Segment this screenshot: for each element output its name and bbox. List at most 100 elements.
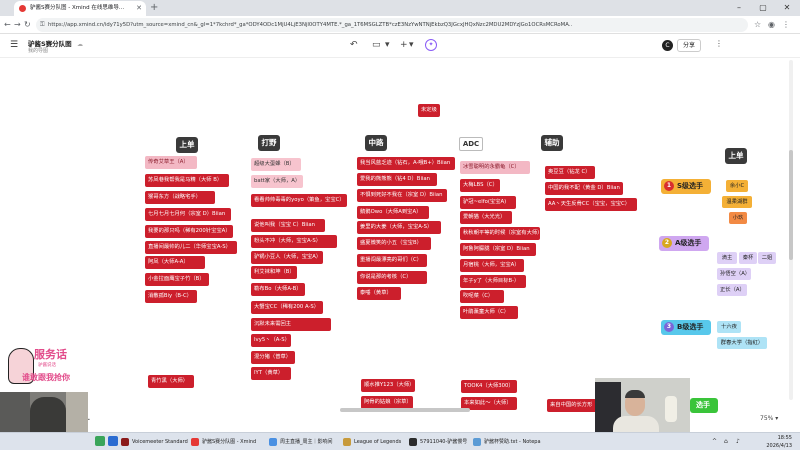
jungle-player-node[interactable]: 看看帅帅毒毒的yoyo（策鱼，宝宝C）: [251, 194, 347, 207]
maximize-icon[interactable]: ▢: [752, 0, 774, 16]
mid-player-node[interactable]: 我当风蓝乏迹（钻石，A-哦B+）Biian: [357, 157, 455, 170]
tier-b-badge[interactable]: 3 B级选手: [661, 320, 712, 335]
hamburger-menu-icon[interactable]: ☰: [10, 40, 18, 50]
url-field[interactable]: ⚿ https://app.xmind.cn/idy71y5D?utm_sour…: [36, 18, 748, 32]
jungle-player-node[interactable]: IYT（黄草）: [251, 367, 291, 380]
lane-header-top[interactable]: 上单: [176, 137, 198, 153]
minimize-icon[interactable]: –: [728, 0, 750, 16]
top-player-node[interactable]: 七月七月七月何（宗室 D）Biian: [145, 208, 231, 221]
vertical-scrollbar-thumb[interactable]: [789, 150, 793, 260]
taskbar-league[interactable]: League of Legends: [342, 435, 401, 449]
vertical-scrollbar[interactable]: [789, 60, 793, 400]
taskbar-xmind[interactable]: 驴酱S赛分队图 - Xmind: [190, 435, 256, 449]
jungle-player-node[interactable]: batt家（大师，A）: [251, 175, 303, 188]
mindmap-canvas[interactable]: 未定级 上单 打野 中路 ADC 辅助 上单 传奇艾草王（A） 苏凤巷我帮我是马…: [0, 58, 800, 416]
tier-s-badge[interactable]: 1 S级选手: [661, 179, 712, 194]
jungle-player-node[interactable]: 超级大蛋蜂（B）: [251, 158, 301, 171]
tier-s-member[interactable]: 小玖: [729, 212, 747, 224]
unassigned-node[interactable]: 未定级: [418, 104, 440, 117]
network-icon[interactable]: ⌂: [724, 437, 728, 447]
taskbar-voicemeeter[interactable]: Voicemeeter Standard: [120, 435, 188, 449]
adc-player-node[interactable]: 叶鹃薰童大师（C）: [460, 306, 518, 319]
jungle-player-node[interactable]: 沉默未来需回主: [251, 318, 331, 331]
support-player-node[interactable]: AA丶天生反骨CC（宝宝，宝宝C）: [545, 198, 637, 211]
insert-dropdown-icon[interactable]: ▾: [409, 39, 414, 51]
mid-player-node-lower[interactable]: 顺水推Y123（大师）: [361, 379, 415, 392]
top-player-node[interactable]: 苏凤巷我帮我是马精（大师 B）: [145, 174, 229, 187]
tier-a-member[interactable]: 孙悟空（A）: [717, 268, 751, 280]
support-player-node-lower[interactable]: 来自中国的长方形: [547, 399, 599, 412]
adc-player-node[interactable]: 月宿桃（大师，宝宝A）: [460, 259, 524, 272]
taskbar-notepad[interactable]: 驴酱杯赞助.txt - Notepa: [472, 435, 541, 449]
taskbar-clock[interactable]: 18:55 2026/4/13: [756, 434, 792, 450]
share-button[interactable]: 分享: [677, 39, 701, 52]
adc-player-node[interactable]: 大梅LBS（C）: [460, 179, 500, 192]
jungle-player-node[interactable]: Ivy5丶（A-S）: [251, 334, 291, 347]
lane-header-adc[interactable]: ADC: [459, 137, 483, 151]
jungle-player-node[interactable]: 说他叫我（宝宝 C）Biian: [251, 219, 325, 232]
top-player-node[interactable]: 阿凤（大师A-A）: [145, 256, 205, 269]
top-player-node[interactable]: 直播间最帅的儿二（华师宝宝A-S）: [145, 241, 237, 254]
tier-a-member[interactable]: 正长（A）: [717, 284, 747, 296]
top-player-node-lower[interactable]: 青竹黑（大师）: [148, 375, 194, 388]
lane-header-support[interactable]: 辅助: [541, 135, 563, 151]
top-player-node[interactable]: 小金拉面鹰宝子竹（B）: [145, 273, 209, 286]
window-close-icon[interactable]: ✕: [776, 0, 798, 16]
tier-s-member[interactable]: 余小C: [726, 180, 748, 192]
ai-assist-icon[interactable]: ✦: [425, 39, 437, 51]
user-avatar[interactable]: C: [662, 40, 673, 51]
adc-player-node[interactable]: 驴冠~elfo(宝宝A): [460, 196, 516, 209]
topic-icon[interactable]: ▭: [372, 39, 381, 51]
mid-player-node[interactable]: 泰唾（黄草）: [357, 287, 401, 300]
tier-a-member[interactable]: 滴主: [717, 252, 737, 264]
jungle-player-node[interactable]: 混分猪（普草）: [251, 351, 295, 364]
taskbar-app-icon[interactable]: [95, 436, 105, 446]
taskbar-livestream[interactable]: 周主直播_周主｜影响间: [268, 435, 333, 449]
tier-b-member[interactable]: 十六夜: [717, 321, 741, 333]
top-player-node[interactable]: 猴哥东方（战略宅手）: [145, 191, 215, 204]
mid-player-node[interactable]: 鹅鹅Owo（大师A到宝A）: [357, 206, 429, 219]
mid-player-node[interactable]: 姜里的大姜（大师，宝宝A-S）: [357, 221, 441, 234]
jungle-player-node[interactable]: 利艾袜和坤（B）: [251, 266, 297, 279]
tier-a-member[interactable]: 二姐: [758, 252, 776, 264]
browser-menu-icon[interactable]: ⋮: [782, 19, 790, 31]
new-tab-button[interactable]: +: [150, 0, 158, 16]
top-player-node[interactable]: 我要的那只吗（稀有200针宝宝A）: [145, 225, 233, 238]
forward-icon[interactable]: →: [14, 18, 21, 32]
topic-dropdown-icon[interactable]: ▾: [385, 39, 390, 51]
insert-plus-icon[interactable]: +: [400, 39, 408, 51]
tier-b-member[interactable]: 群春大学（指紅）: [717, 337, 767, 349]
reload-icon[interactable]: ↻: [24, 18, 31, 32]
bookmark-star-icon[interactable]: ☆: [754, 19, 761, 31]
browser-tab-active[interactable]: 驴酱S赛分队图 - Xmind 在线思维导... ✕: [14, 1, 146, 16]
lane-header-mid[interactable]: 中路: [365, 135, 387, 151]
mid-player-node[interactable]: 不惧到死好不我在（宗室 D）Biian: [357, 189, 447, 202]
support-player-node[interactable]: 中国的我不配（黄金 D）Biian: [545, 182, 623, 195]
zoom-level[interactable]: 75% ▾: [760, 415, 778, 422]
tray-chevron-icon[interactable]: ^: [712, 437, 717, 447]
more-options-icon[interactable]: ⋮: [715, 39, 723, 48]
horizontal-scrollbar[interactable]: [340, 408, 470, 412]
adc-player-node[interactable]: 爱朝猫（大光光）: [460, 211, 512, 224]
undo-icon[interactable]: ↶: [350, 39, 358, 51]
lane-header-jungle[interactable]: 打野: [258, 135, 280, 151]
adc-player-node[interactable]: 阿鲁阿朦胧（宗室 D）Biian: [460, 243, 536, 256]
adc-player-node[interactable]: 年子y了（大师目标B-）: [460, 275, 526, 288]
tab-close-icon[interactable]: ✕: [136, 1, 142, 16]
tier-a-badge[interactable]: 2 A级选手: [659, 236, 710, 251]
taskbar-app-icon[interactable]: [108, 436, 118, 446]
back-icon[interactable]: ←: [4, 18, 11, 32]
tier-c-badge[interactable]: 选手: [690, 398, 718, 413]
support-player-node[interactable]: 奥豆豆（钻龙 C）: [545, 166, 595, 179]
adc-player-node-lower[interactable]: TOOK4（大师300）: [461, 380, 517, 393]
mid-player-node[interactable]: 爱我的熊熊熊（钻4 D）Biian: [357, 173, 437, 186]
jungle-player-node[interactable]: 驴锅小豆人（大师，宝宝A）: [251, 251, 323, 264]
mid-player-node[interactable]: 重播闯最漂亮的哥们（C）: [357, 254, 427, 267]
volume-icon[interactable]: ♪: [736, 437, 740, 447]
mid-player-node[interactable]: 盛夏微笑的小五（宝宝B）: [357, 237, 431, 250]
top-player-node[interactable]: 传奇艾草王（A）: [145, 156, 197, 169]
tier-a-member[interactable]: 秦杯: [739, 252, 757, 264]
adc-player-node[interactable]: 冰雪聪明的永霸龟（C）: [460, 161, 530, 174]
lane-header-top-2[interactable]: 上单: [725, 148, 747, 164]
adc-player-node[interactable]: 秋秋朝平等的时候（宗室有大师）: [460, 227, 540, 240]
